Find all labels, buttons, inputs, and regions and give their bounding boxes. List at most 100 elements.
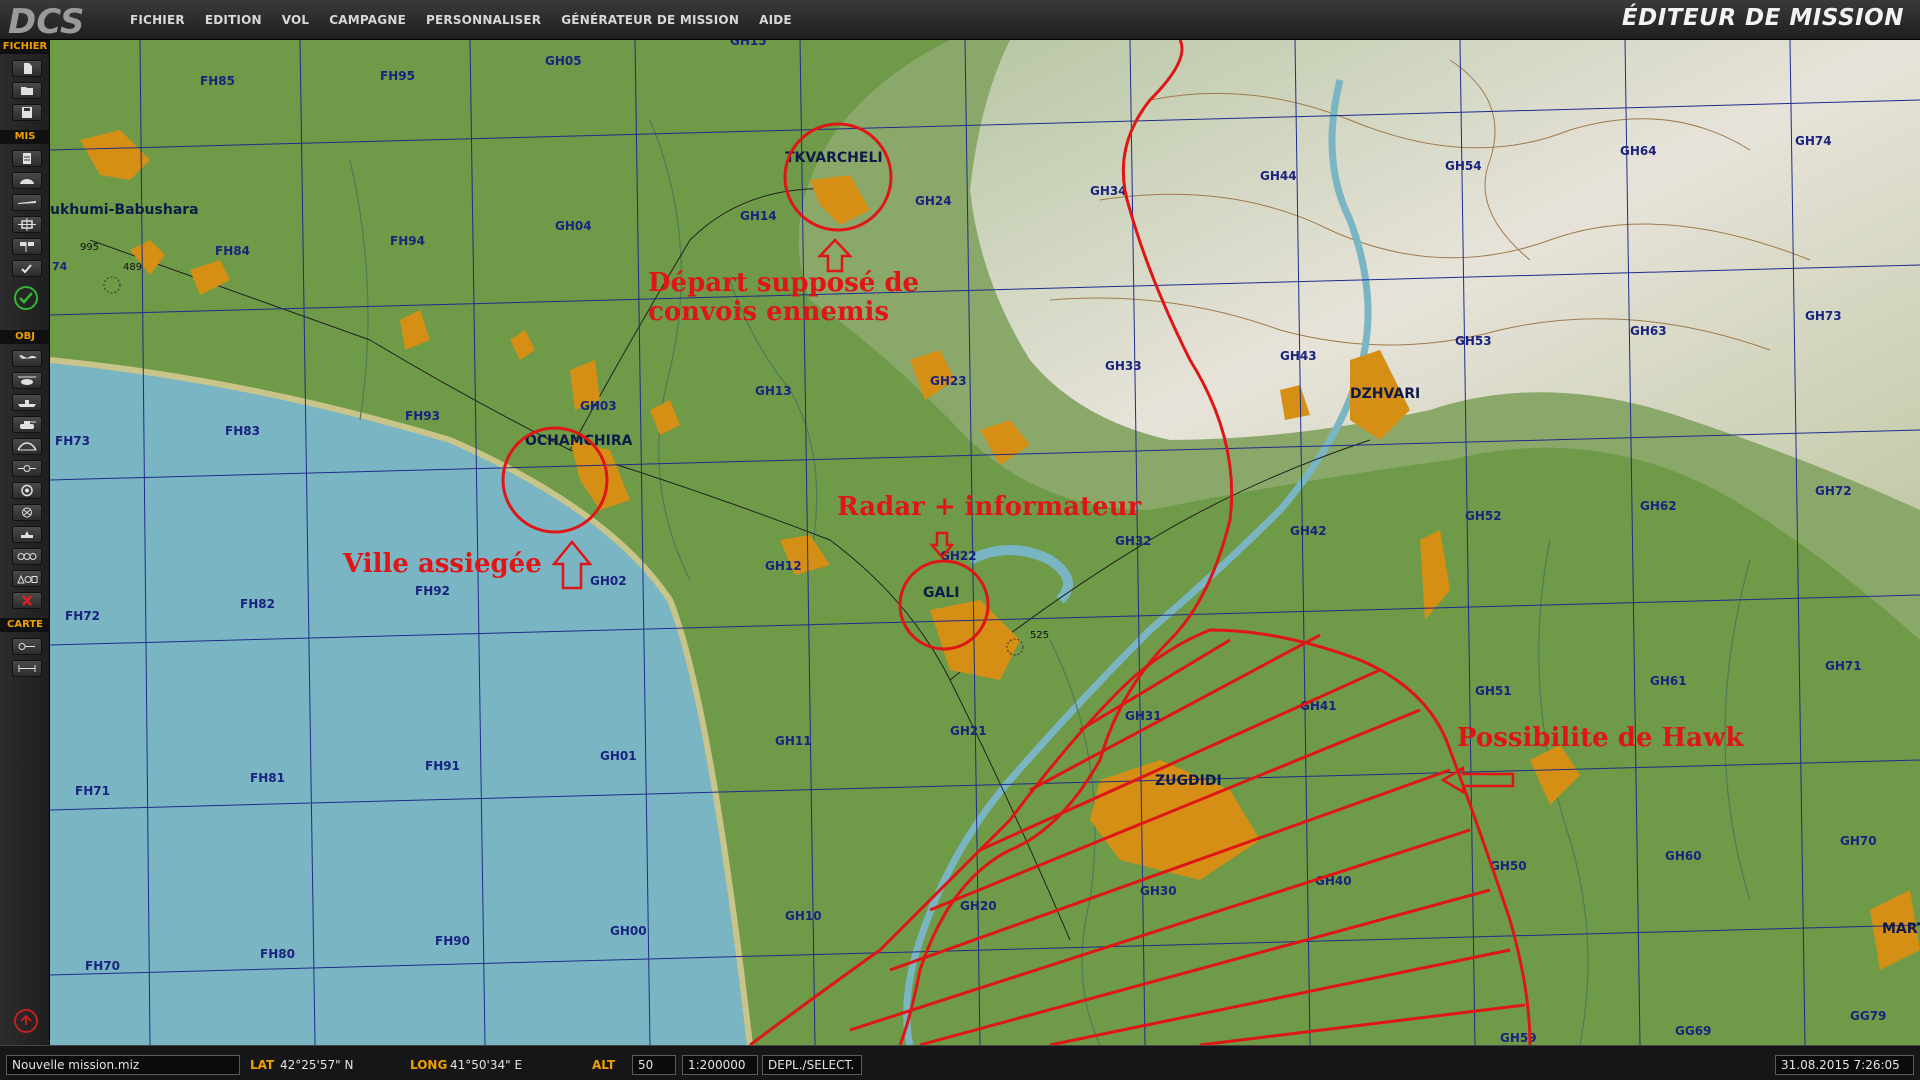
add-helicopter-button[interactable] bbox=[12, 372, 42, 389]
add-template-button[interactable] bbox=[12, 548, 42, 565]
helicopter-icon bbox=[18, 376, 36, 385]
aircraft-side-icon bbox=[18, 201, 36, 204]
add-static-button[interactable] bbox=[12, 438, 42, 455]
grid-label-gh74: GH74 bbox=[1795, 134, 1832, 148]
grid-label-gh43: GH43 bbox=[1280, 349, 1317, 363]
grid-label-gh41: GH41 bbox=[1300, 699, 1337, 713]
goals-button[interactable] bbox=[12, 238, 42, 255]
ruler-button[interactable] bbox=[12, 660, 42, 677]
menu-fichier[interactable]: FICHIER bbox=[120, 13, 195, 27]
check-button[interactable] bbox=[12, 260, 42, 277]
top-menu-bar: DCS FICHIER EDITION VOL CAMPAGNE PERSONN… bbox=[0, 0, 1920, 40]
city-label-martvili: MART bbox=[1882, 921, 1920, 937]
menu-aide[interactable]: AIDE bbox=[749, 13, 802, 27]
grid-label-fh70: FH70 bbox=[85, 959, 120, 973]
flags-icon bbox=[20, 242, 34, 252]
open-folder-icon bbox=[21, 87, 33, 95]
grid-label-gg69: GG69 bbox=[1675, 1024, 1711, 1038]
new-file-button[interactable] bbox=[12, 60, 42, 77]
grid-label-fh94: FH94 bbox=[390, 234, 425, 248]
mission-datetime: 31.08.2015 7:26:05 bbox=[1775, 1055, 1914, 1075]
menu-vol[interactable]: VOL bbox=[272, 13, 320, 27]
grid-label-gh12: GH12 bbox=[765, 559, 802, 573]
grid-label-fh92: FH92 bbox=[415, 584, 450, 598]
add-zone-button[interactable] bbox=[12, 482, 42, 499]
template-circles-icon bbox=[17, 553, 37, 560]
grid-label-gh44: GH44 bbox=[1260, 169, 1297, 183]
map-options-button[interactable] bbox=[12, 638, 42, 655]
left-toolbar: FICHIER MIS OBJ CARTE bbox=[0, 40, 50, 1045]
grid-label-gh61: GH61 bbox=[1650, 674, 1687, 688]
grid-label-fh84: FH84 bbox=[215, 244, 250, 258]
grid-label-gg79: GG79 bbox=[1850, 1009, 1886, 1023]
edit-mode[interactable]: DEPL./SELECT. bbox=[762, 1055, 862, 1075]
grid-label-gh53: GH53 bbox=[1455, 334, 1492, 348]
alt-label: ALT bbox=[592, 1058, 616, 1072]
briefing-button[interactable] bbox=[12, 150, 42, 167]
grid-label-gh30: GH30 bbox=[1140, 884, 1177, 898]
mission-map[interactable]: FH85 FH95 GH05 GH15 FH84 FH94 GH04 GH14 … bbox=[50, 40, 1920, 1045]
nav-point-icon bbox=[22, 507, 32, 518]
grid-label-gh03: GH03 bbox=[580, 399, 617, 413]
add-ship-button[interactable] bbox=[12, 394, 42, 411]
lat-value: 42°25'57" N bbox=[280, 1058, 354, 1072]
grid-label-fh83: FH83 bbox=[225, 424, 260, 438]
city-label-sukhumi: ukhumi-Babushara bbox=[50, 202, 199, 218]
airplane-icon bbox=[17, 355, 37, 359]
new-file-icon bbox=[24, 63, 32, 74]
draw-shapes-button[interactable] bbox=[12, 570, 42, 587]
menu-generateur-de-mission[interactable]: GÉNÉRATEUR DE MISSION bbox=[551, 13, 749, 27]
delete-object-button[interactable] bbox=[12, 592, 42, 609]
menu-edition[interactable]: EDITION bbox=[195, 13, 272, 27]
open-file-button[interactable] bbox=[12, 82, 42, 99]
main-menu: FICHIER EDITION VOL CAMPAGNE PERSONNALIS… bbox=[120, 0, 802, 40]
grid-label-fh82: FH82 bbox=[240, 597, 275, 611]
grid-label-gh14: GH14 bbox=[740, 209, 777, 223]
grid-label-gh60: GH60 bbox=[1665, 849, 1702, 863]
map-canvas[interactable]: FH85 FH95 GH05 GH15 FH84 FH94 GH04 GH14 … bbox=[50, 40, 1920, 1045]
save-file-button[interactable] bbox=[12, 104, 42, 121]
grid-label-gh62: GH62 bbox=[1640, 499, 1677, 513]
grid-label-fh81: FH81 bbox=[250, 771, 285, 785]
grid-label-gh64: GH64 bbox=[1620, 144, 1657, 158]
logo-text: DCS bbox=[8, 2, 84, 38]
grid-label-fh90: FH90 bbox=[435, 934, 470, 948]
add-waypoint-button[interactable] bbox=[12, 460, 42, 477]
grid-label-gh23: GH23 bbox=[930, 374, 967, 388]
annotation-ville-assiegee: Ville assiegée bbox=[342, 549, 542, 579]
grid-label-fragment: 74 bbox=[52, 260, 68, 273]
grid-label-gh40: GH40 bbox=[1315, 874, 1352, 888]
section-carte: CARTE bbox=[0, 618, 50, 632]
alt-value: 50 bbox=[632, 1055, 676, 1075]
city-label-tkvarcheli: TKVARCHELI bbox=[785, 150, 883, 166]
exit-editor-icon[interactable] bbox=[13, 1008, 39, 1034]
elevation-label: 995 bbox=[80, 242, 99, 253]
grid-label-gh34: GH34 bbox=[1090, 184, 1127, 198]
map-scale[interactable]: 1:200000 bbox=[682, 1055, 758, 1075]
bridge-icon bbox=[17, 442, 37, 451]
add-aircraft-button[interactable] bbox=[12, 350, 42, 367]
grid-label-gh24: GH24 bbox=[915, 194, 952, 208]
waypoint-icon bbox=[18, 465, 36, 472]
grid-label-gh52: GH52 bbox=[1465, 509, 1502, 523]
triggers-button[interactable] bbox=[12, 216, 42, 233]
elevation-label: 525 bbox=[1030, 630, 1049, 641]
status-bar: Nouvelle mission.miz LAT 42°25'57" N LON… bbox=[0, 1045, 1920, 1080]
grid-label-gh11: GH11 bbox=[775, 734, 812, 748]
failures-button[interactable] bbox=[12, 194, 42, 211]
mission-valid-icon[interactable] bbox=[13, 285, 39, 311]
menu-campagne[interactable]: CAMPAGNE bbox=[319, 13, 416, 27]
grid-label-fh93: FH93 bbox=[405, 409, 440, 423]
menu-personnaliser[interactable]: PERSONNALISER bbox=[416, 13, 551, 27]
grid-label-gh42: GH42 bbox=[1290, 524, 1327, 538]
editor-title: ÉDITEUR DE MISSION bbox=[1621, 5, 1904, 31]
weather-cloud-icon bbox=[20, 179, 34, 184]
add-airfield-button[interactable] bbox=[12, 526, 42, 543]
lat-label: LAT bbox=[250, 1058, 275, 1072]
add-nav-point-button[interactable] bbox=[12, 504, 42, 521]
clipboard-icon bbox=[23, 153, 31, 164]
weather-button[interactable] bbox=[12, 172, 42, 189]
grid-label-gh10: GH10 bbox=[785, 909, 822, 923]
grid-label-gh70: GH70 bbox=[1840, 834, 1877, 848]
add-vehicle-button[interactable] bbox=[12, 416, 42, 433]
